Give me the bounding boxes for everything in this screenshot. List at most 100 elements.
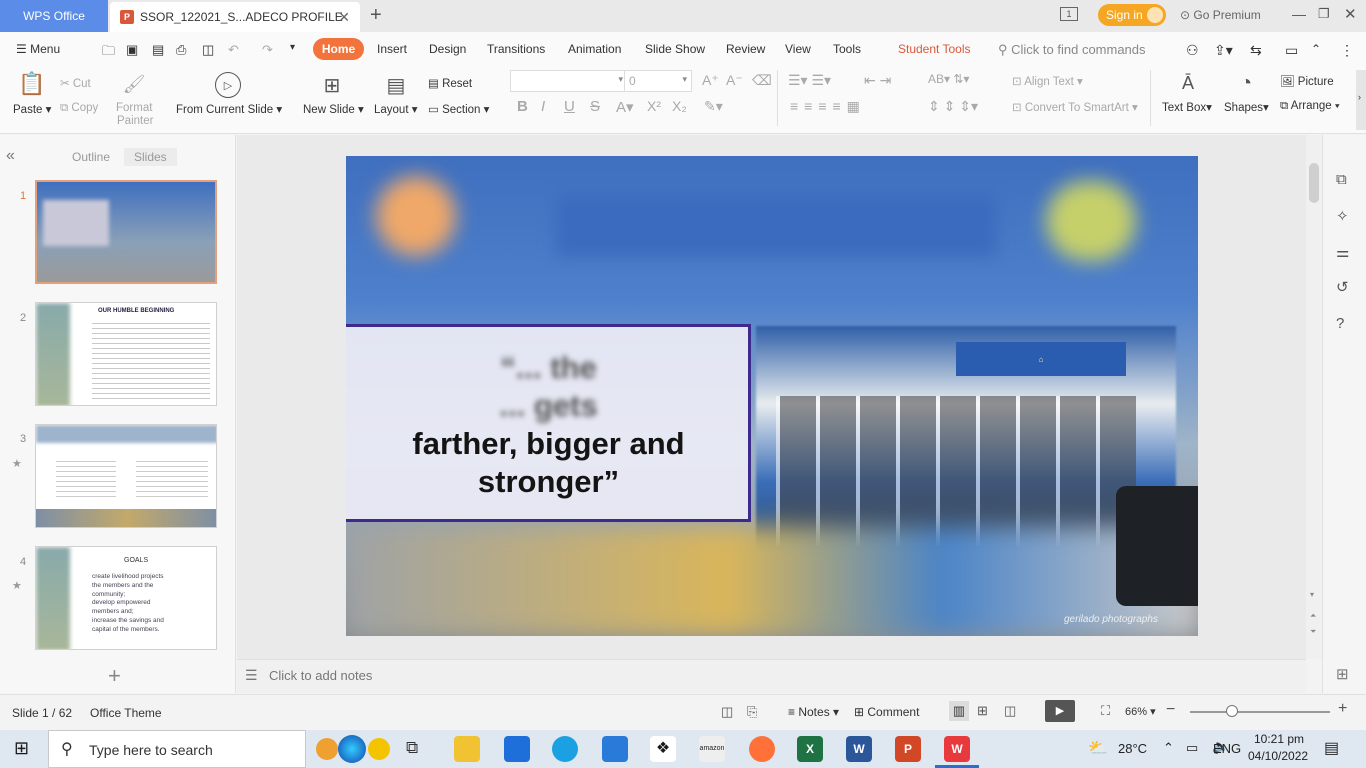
properties-icon[interactable]: ⚌ — [1336, 243, 1349, 261]
tab-animation[interactable]: Animation — [568, 42, 621, 56]
weather-widget-icon[interactable] — [316, 738, 338, 760]
shapes-icon[interactable]: ◔ — [1233, 70, 1259, 96]
normal-view-icon[interactable]: ▥ — [949, 701, 969, 721]
taskbar-search[interactable]: ⚲ Type here to search — [48, 730, 306, 768]
next-slide-icon[interactable]: ⏷ — [1310, 627, 1316, 637]
theme-name[interactable]: Office Theme — [90, 706, 162, 720]
italic-icon[interactable]: I — [541, 98, 545, 115]
collapse-panel-icon[interactable]: « — [6, 147, 15, 165]
subscript-icon[interactable]: X₂ — [672, 98, 687, 114]
share-user-icon[interactable]: ⚇ — [1186, 42, 1199, 59]
decrease-font-icon[interactable]: A⁻ — [726, 72, 743, 89]
zoom-select[interactable]: 66% ▾ — [1125, 705, 1156, 718]
new-tab-icon[interactable]: + — [370, 4, 382, 27]
firefox-icon[interactable] — [749, 736, 775, 762]
notifications-icon[interactable]: ▤ — [1324, 738, 1339, 758]
text-box-button[interactable]: Text Box▾ — [1162, 100, 1212, 114]
from-current-slide-button[interactable]: From Current Slide ▾ — [176, 102, 282, 116]
battery-icon[interactable]: ▭ — [1186, 740, 1198, 756]
help-icon[interactable]: ? — [1336, 315, 1344, 332]
font-color-icon[interactable]: A▾ — [616, 98, 634, 116]
fit-window-icon[interactable]: ⛶ — [1101, 703, 1110, 719]
tab-student-tools[interactable]: Student Tools — [898, 42, 971, 56]
zoom-slider-thumb[interactable] — [1226, 705, 1238, 717]
powerpoint-icon[interactable]: P — [895, 736, 921, 762]
more-icon[interactable]: ⋮ — [1340, 42, 1354, 59]
paste-icon[interactable]: 📋 — [18, 70, 46, 98]
sync-icon[interactable]: ⇆ — [1250, 42, 1262, 59]
play-slideshow-icon[interactable]: ▶ — [1045, 700, 1075, 722]
alignment-icons[interactable]: ≡≡≡≡▦ — [790, 98, 866, 115]
animation-icon[interactable]: ✧ — [1336, 207, 1349, 225]
tab-transitions[interactable]: Transitions — [487, 42, 545, 56]
history-icon[interactable]: ↺ — [1336, 278, 1349, 296]
superscript-icon[interactable]: X² — [647, 98, 661, 114]
layout-icon[interactable]: ▤ — [383, 72, 409, 98]
sign-in-button[interactable]: Sign in — [1098, 4, 1166, 26]
align-text-button[interactable]: ⊡ Align Text ▾ — [1012, 74, 1083, 88]
comment-icon[interactable]: ▭ — [1285, 42, 1298, 59]
new-slide-button[interactable]: New Slide ▾ — [303, 102, 364, 116]
windows-start-icon[interactable]: ⊞ — [14, 738, 29, 759]
slide-thumbnail-4[interactable]: GOALS create livelihood projects the mem… — [35, 546, 217, 650]
tab-home[interactable]: Home — [313, 38, 364, 60]
edge-icon[interactable] — [552, 736, 578, 762]
line-spacing-icon[interactable]: ⇕ ⇕ ⇕▾ — [928, 98, 978, 115]
save-icon[interactable]: ▣ — [126, 42, 138, 58]
print-preview-icon[interactable]: ◫ — [202, 42, 214, 58]
redo-icon[interactable]: ↷ — [262, 42, 273, 58]
scroll-down-icon[interactable]: ▾ — [1310, 590, 1314, 599]
weather-icon[interactable]: ⛅ — [1088, 738, 1108, 758]
bullets-icon[interactable]: ☰▾ ☰▾ — [788, 72, 831, 89]
indent-icon[interactable]: ⇤ ⇥ — [864, 72, 891, 89]
zoom-in-icon[interactable]: + — [1338, 700, 1347, 718]
notes-pane[interactable]: ☰ Click to add notes — [237, 659, 1306, 693]
clear-format-icon[interactable]: ⌫ — [752, 72, 772, 89]
clock-time[interactable]: 10:21 pm — [1254, 732, 1304, 746]
temperature[interactable]: 28°C — [1118, 741, 1147, 756]
mail-icon[interactable] — [602, 736, 628, 762]
tab-design[interactable]: Design — [429, 42, 466, 56]
tray-expand-icon[interactable]: ⌃ — [1163, 740, 1174, 756]
customize-dropdown-icon[interactable]: ▾ — [290, 42, 295, 53]
wps-office-icon[interactable]: W — [944, 736, 970, 762]
undo-icon[interactable]: ↶ — [228, 42, 239, 58]
export-icon[interactable]: ▤ — [152, 42, 164, 58]
tab-view[interactable]: View — [785, 42, 811, 56]
increase-font-icon[interactable]: A⁺ — [702, 72, 719, 89]
fit-icon[interactable]: ◫ — [721, 704, 733, 720]
microsoft-store-icon[interactable] — [504, 736, 530, 762]
slide-thumbnail-1[interactable] — [35, 180, 217, 284]
cut-button[interactable]: ✂ Cut — [60, 76, 91, 90]
slide-1[interactable]: ⌂ “... the ... gets farther, bigger and … — [346, 156, 1198, 636]
go-premium-button[interactable]: ⊙ Go Premium — [1180, 8, 1261, 22]
weather-widget-icon[interactable] — [338, 735, 366, 763]
dropbox-icon[interactable]: ❖ — [650, 736, 676, 762]
slide-sorter-icon[interactable]: ⊞ — [977, 703, 988, 719]
excel-icon[interactable]: X — [797, 736, 823, 762]
restore-view-icon[interactable]: ⎘ — [747, 704, 757, 720]
slide-transitions-icon[interactable]: ⧉ — [1336, 171, 1347, 188]
tab-outline[interactable]: Outline — [72, 150, 110, 164]
open-icon[interactable]: 🗀 — [102, 42, 115, 64]
layout-button[interactable]: Layout ▾ — [374, 102, 418, 116]
document-tab[interactable]: P SSOR_122021_S...ADECO PROFILE ✕ — [110, 2, 360, 32]
paste-button[interactable]: Paste ▾ — [13, 102, 51, 116]
amazon-icon[interactable]: amazon — [699, 736, 725, 762]
format-painter-label-2[interactable]: Painter — [117, 115, 153, 127]
format-painter-label-1[interactable]: Format — [116, 102, 152, 114]
reset-button[interactable]: ▤ Reset — [428, 76, 472, 90]
canvas-scrollbar[interactable]: ▾ ⏶ ⏷ — [1306, 135, 1322, 659]
arrange-button[interactable]: ⧉ Arrange ▾ — [1280, 100, 1340, 113]
restore-icon[interactable]: ❐ — [1318, 6, 1330, 22]
format-painter-icon[interactable]: 🖌 — [122, 72, 146, 96]
print-icon[interactable]: ⎙ — [176, 42, 186, 58]
slide-thumbnail-3[interactable] — [35, 424, 217, 528]
command-search[interactable]: ⚲ Click to find commands — [998, 42, 1146, 58]
picture-button[interactable]: 🖼 Picture — [1280, 74, 1334, 88]
tab-slides[interactable]: Slides — [124, 148, 177, 166]
new-slide-icon[interactable]: ⊞ — [318, 72, 346, 98]
weather-widget-icon[interactable] — [368, 738, 390, 760]
close-window-icon[interactable]: ✕ — [1344, 5, 1357, 23]
bold-icon[interactable]: B — [517, 98, 528, 115]
